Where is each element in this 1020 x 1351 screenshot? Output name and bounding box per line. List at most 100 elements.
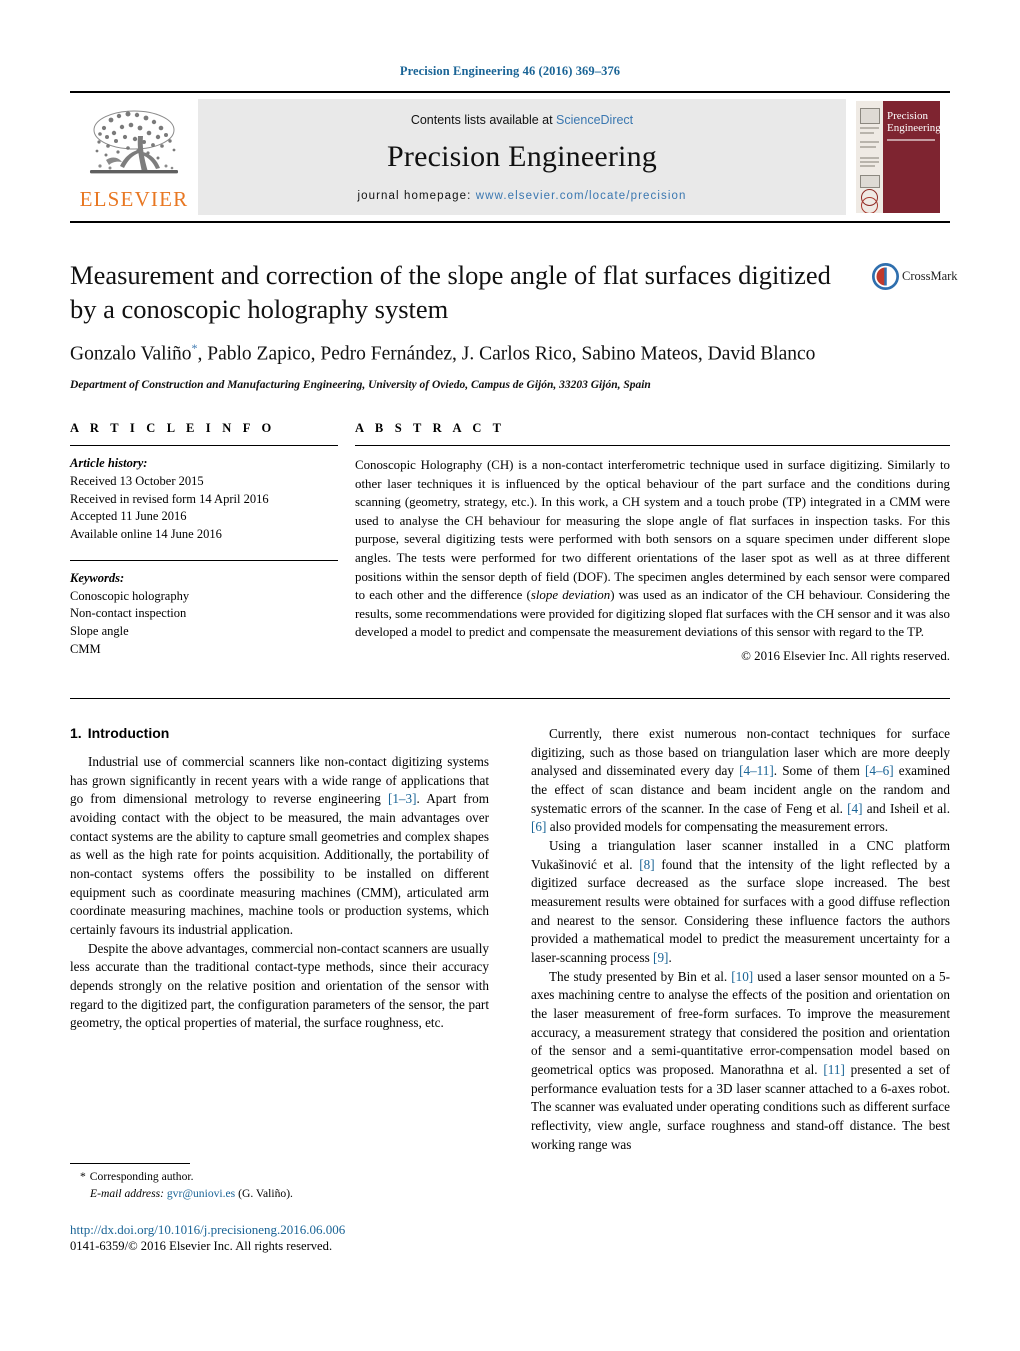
divider (70, 559, 338, 561)
issn-copyright-line: 0141-6359/© 2016 Elsevier Inc. All right… (70, 1238, 333, 1253)
sciencedirect-link[interactable]: ScienceDirect (556, 113, 633, 127)
cover-image: Precision Engineering (856, 101, 940, 213)
footnote-divider (70, 1163, 190, 1164)
doi-block: http://dx.doi.org/10.1016/j.precisioneng… (70, 1222, 489, 1254)
email-label: E-mail address: (90, 1186, 164, 1200)
paragraph: Currently, there exist numerous non-cont… (531, 725, 950, 837)
cover-title-line1: Precision (887, 110, 928, 122)
journal-banner: Contents lists available at ScienceDirec… (198, 99, 846, 215)
cover-title-line2: Engineering (887, 121, 940, 134)
section-number: 1. (70, 724, 82, 741)
article-info-column: A R T I C L E I N F O Article history: R… (70, 421, 338, 664)
cover-divider (887, 139, 935, 141)
body-column-left: 1. Introduction Industrial use of commerc… (70, 725, 489, 1154)
email-owner: (G. Valiño). (238, 1186, 293, 1200)
body-column-right: Currently, there exist numerous non-cont… (531, 725, 950, 1154)
paragraph-text: and Isheil et al. (862, 800, 950, 816)
cover-spine-line (860, 127, 879, 129)
citation-link[interactable]: [10] (731, 969, 753, 984)
left-paragraphs: Industrial use of commercial scanners li… (70, 753, 489, 1033)
article-history-label: Article history: (70, 456, 148, 471)
journal-homepage-line: journal homepage: www.elsevier.com/locat… (357, 190, 686, 202)
article-history: Article history: Received 13 October 201… (70, 455, 338, 544)
keywords-label: Keywords: (70, 570, 125, 585)
doi-link[interactable]: http://dx.doi.org/10.1016/j.precisioneng… (70, 1222, 489, 1238)
citation-link[interactable]: [4–11] (739, 763, 774, 778)
running-head: Precision Engineering 46 (2016) 369–376 (399, 64, 621, 78)
citation-link[interactable]: [8] (639, 857, 654, 872)
citation-link[interactable]: [1–3] (388, 791, 417, 806)
affiliation: Department of Construction and Manufactu… (70, 379, 651, 392)
history-item: Accepted 11 June 2016 (70, 509, 187, 524)
corresponding-author-note: * Corresponding author. (70, 1169, 489, 1185)
paragraph-text: . (668, 949, 672, 965)
section-heading-introduction: 1. Introduction (70, 725, 489, 741)
crossmark-badge[interactable]: CrossMark (872, 263, 958, 290)
abstract-column: A B S T R A C T Conoscopic Holography (C… (338, 421, 950, 664)
article-page: Precision Engineering 46 (2016) 369–376 (0, 0, 1020, 1351)
keyword-item: Slope angle (70, 624, 129, 639)
homepage-prefix: journal homepage: (357, 189, 472, 202)
crossmark-label: CrossMark (902, 269, 958, 283)
paragraph-text: The study presented by Bin et al. (549, 968, 732, 984)
cover-spine-line (860, 157, 879, 159)
elsevier-logo: ELSEVIER (70, 93, 198, 221)
page-title: Measurement and correction of the slope … (70, 260, 831, 324)
keyword-item: Non-contact inspection (70, 606, 187, 621)
corresponding-marker: * (80, 1170, 86, 1183)
contents-available-line: Contents lists available at ScienceDirec… (411, 113, 633, 127)
paragraph-text: . Apart from avoiding contact with the o… (70, 791, 489, 937)
corresponding-text: Corresponding author. (89, 1170, 194, 1183)
citation-link[interactable]: [4–6] (865, 763, 894, 778)
history-item: Received in revised form 14 April 2016 (70, 491, 269, 506)
abstract-text: Conoscopic Holography (CH) is a non-cont… (355, 456, 950, 642)
journal-masthead: ELSEVIER Contents lists available at Sci… (70, 91, 950, 223)
contents-prefix: Contents lists available at (410, 112, 557, 127)
email-note: E-mail address: gvr@uniovi.es (G. Valiño… (70, 1186, 489, 1202)
paragraph: The study presented by Bin et al. [10] u… (531, 968, 950, 1155)
article-header: Measurement and correction of the slope … (70, 259, 958, 392)
copyright-line: © 2016 Elsevier Inc. All rights reserved… (741, 648, 950, 663)
body-columns: 1. Introduction Industrial use of commerc… (70, 725, 950, 1154)
crossmark-icon (872, 263, 899, 290)
divider (70, 445, 338, 447)
paragraph-text: . Some of them (773, 763, 866, 779)
paragraph-text: used a laser sensor mounted on a 5-axes … (531, 968, 950, 1077)
info-abstract-row: A R T I C L E I N F O Article history: R… (70, 421, 950, 664)
cover-spine-line (860, 141, 879, 143)
corresponding-author-marker[interactable]: * (192, 341, 198, 355)
paragraph: Using a triangulation laser scanner inst… (531, 837, 950, 968)
divider (70, 697, 950, 699)
paragraph-text: Despite the above advantages, commercial… (70, 940, 489, 1031)
right-paragraphs: Currently, there exist numerous non-cont… (531, 725, 950, 1154)
cover-badge (860, 175, 880, 188)
paragraph: Despite the above advantages, commercial… (70, 940, 489, 1033)
cover-spine-line (860, 165, 875, 167)
abstract-emphasis: slope deviation (530, 588, 611, 603)
cover-title: Precision Engineering (887, 110, 940, 134)
history-item: Received 13 October 2015 (70, 473, 204, 488)
section-title: Introduction (87, 724, 170, 741)
journal-title: Precision Engineering (387, 139, 657, 173)
cover-logo-square (860, 108, 880, 124)
keywords-block: Keywords: Conoscopic holography Non-cont… (70, 570, 338, 659)
citation-link[interactable]: [4] (847, 801, 862, 816)
homepage-url-link[interactable]: www.elsevier.com/locate/precision (476, 190, 687, 202)
email-link[interactable]: gvr@uniovi.es (167, 1187, 235, 1200)
abstract-heading: A B S T R A C T (355, 421, 506, 436)
paragraph: Industrial use of commercial scanners li… (70, 753, 489, 940)
history-item: Available online 14 June 2016 (70, 527, 222, 542)
citation-link[interactable]: [11] (823, 1062, 844, 1077)
article-info-heading: A R T I C L E I N F O (70, 421, 276, 436)
citation-link[interactable]: [9] (653, 950, 668, 965)
author-list: Gonzalo Valiño*, Pablo Zapico, Pedro Fer… (70, 341, 816, 365)
journal-cover-thumbnail[interactable]: Precision Engineering (846, 93, 950, 221)
abstract-part1: Conoscopic Holography (CH) is a non-cont… (355, 458, 950, 603)
elsevier-tree-icon (90, 110, 178, 174)
cover-emblem-icon (861, 197, 878, 213)
paragraph-text: found that the intensity of the light re… (531, 856, 950, 965)
cover-spine-line (860, 132, 874, 134)
keyword-item: CMM (70, 641, 101, 656)
citation-link[interactable]: [6] (531, 819, 546, 834)
divider (355, 445, 950, 447)
